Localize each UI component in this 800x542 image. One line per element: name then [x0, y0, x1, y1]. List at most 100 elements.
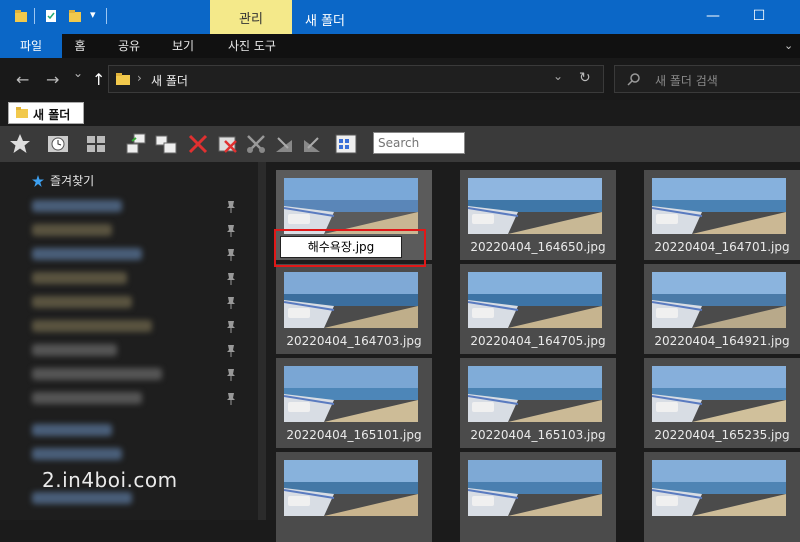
rotate-left-icon[interactable]	[272, 132, 296, 156]
file-thumbnail-item[interactable]: 20220404_164701.jpg	[644, 170, 800, 260]
file-thumbnail-item[interactable]	[460, 452, 616, 542]
folder-icon	[15, 10, 27, 22]
list-item[interactable]	[32, 344, 117, 356]
list-item[interactable]	[32, 224, 112, 236]
pin-icon[interactable]	[225, 344, 237, 358]
scrollbar[interactable]	[258, 162, 266, 520]
breadcrumb-separator: ›	[137, 71, 142, 85]
recent-locations-button[interactable]: ⌄	[73, 66, 83, 80]
window-title: 새 폴더	[305, 14, 346, 29]
pin-icon[interactable]	[225, 368, 237, 382]
folder-tab[interactable]: 새 폴더	[8, 102, 84, 124]
pin-icon[interactable]	[225, 392, 237, 406]
breadcrumb[interactable]: 새 폴더	[151, 72, 188, 89]
file-thumbnail-item[interactable]: 20220404_165101.jpg	[276, 358, 432, 448]
list-item[interactable]	[32, 320, 152, 332]
file-thumbnail-item[interactable]: 20220404_164703.jpg	[276, 264, 432, 354]
photo-thumbnail	[652, 460, 786, 516]
star-icon	[32, 175, 44, 187]
photo-thumbnail	[468, 460, 602, 516]
file-thumbnail-item[interactable]	[644, 452, 800, 542]
photo-thumbnail	[284, 366, 418, 422]
search-input[interactable]: 새 폴더 검색	[614, 65, 800, 93]
photo-thumbnail	[284, 178, 418, 234]
pin-icon[interactable]	[225, 320, 237, 334]
pin-icon[interactable]	[225, 224, 237, 238]
list-item[interactable]	[32, 392, 142, 404]
maximize-button[interactable]: ☐	[744, 8, 774, 24]
list-item[interactable]	[32, 448, 122, 460]
delete-file-icon[interactable]	[216, 132, 240, 156]
photo-thumbnail	[468, 178, 602, 234]
back-button[interactable]: ←	[16, 70, 29, 89]
file-thumbnail-item[interactable]	[276, 452, 432, 542]
list-item[interactable]	[32, 368, 162, 380]
delete-icon[interactable]	[186, 132, 210, 156]
tab-file[interactable]: 파일	[0, 34, 62, 58]
folder-icon	[116, 73, 130, 85]
tab-picture-tools[interactable]: 사진 도구	[212, 34, 292, 58]
ribbon-tabs: 파일 홈 공유 보기 사진 도구 ⌄	[0, 34, 800, 58]
list-item[interactable]	[32, 492, 132, 504]
title-bar: ▾ 관리 새 폴더 — ☐	[0, 0, 800, 34]
pin-icon[interactable]	[225, 200, 237, 214]
star-icon[interactable]	[8, 132, 32, 156]
cut-icon[interactable]	[244, 132, 268, 156]
tab-view[interactable]: 보기	[158, 34, 208, 58]
address-dropdown-button[interactable]: ⌄	[553, 69, 563, 83]
toolbar	[0, 126, 800, 162]
file-name-label: 20220404_165103.jpg	[470, 428, 606, 442]
pin-icon[interactable]	[225, 272, 237, 286]
quick-access-item[interactable]: 즐겨찾기	[50, 172, 94, 189]
file-name-label: 20220404_164705.jpg	[470, 334, 606, 348]
pin-icon[interactable]	[225, 296, 237, 310]
chevron-down-icon[interactable]: ⌄	[784, 39, 793, 52]
tab-home[interactable]: 홈	[62, 34, 98, 58]
photo-thumbnail	[284, 272, 418, 328]
search-icon	[627, 73, 640, 86]
copy-to-icon[interactable]	[124, 132, 148, 156]
file-name-label: 20220404_164703.jpg	[286, 334, 422, 348]
new-folder-icon[interactable]	[68, 9, 82, 23]
rename-input[interactable]: 해수욕장.jpg	[280, 236, 402, 258]
list-item[interactable]	[32, 200, 122, 212]
file-name-label: 20220404_164701.jpg	[654, 240, 790, 254]
move-to-icon[interactable]	[154, 132, 178, 156]
file-thumbnail-item[interactable]: 20220404_165103.jpg	[460, 358, 616, 448]
file-thumbnail-item[interactable]: 20220404_164705.jpg	[460, 264, 616, 354]
list-item[interactable]	[32, 296, 132, 308]
file-thumbnail-item[interactable]: 20220404_165235.jpg	[644, 358, 800, 448]
forward-button[interactable]: →	[46, 70, 59, 89]
file-name-label: 20220404_164650.jpg	[470, 240, 606, 254]
file-name-label: 20220404_165235.jpg	[654, 428, 790, 442]
customize-quick-access-button[interactable]: ▾	[90, 8, 96, 21]
file-thumbnail-item[interactable]: 20220404_164921.jpg	[644, 264, 800, 354]
list-item[interactable]	[32, 424, 112, 436]
windows-icon[interactable]	[84, 132, 108, 156]
properties-icon[interactable]	[44, 9, 58, 23]
list-item[interactable]	[32, 248, 142, 260]
folder-tab-bar: 새 폴더	[0, 100, 800, 126]
photo-thumbnail	[652, 178, 786, 234]
minimize-button[interactable]: —	[698, 8, 728, 24]
divider	[34, 8, 35, 24]
list-item[interactable]	[32, 272, 127, 284]
up-button[interactable]: ↑	[92, 70, 105, 89]
photo-thumbnail	[284, 460, 418, 516]
address-bar[interactable]: › 새 폴더 ⌄ ↻	[108, 65, 604, 93]
tab-manage[interactable]: 관리	[210, 0, 292, 34]
photo-thumbnail	[652, 272, 786, 328]
file-thumbnail-item[interactable]: 20220404_164650.jpg	[460, 170, 616, 260]
folder-icon	[16, 107, 28, 118]
view-mode-icon[interactable]	[334, 132, 358, 156]
divider	[106, 8, 107, 24]
pin-icon[interactable]	[225, 248, 237, 262]
refresh-button[interactable]: ↻	[579, 70, 591, 86]
tab-share[interactable]: 공유	[104, 34, 154, 58]
toolbar-search-input[interactable]	[373, 132, 465, 154]
watermark: 2.in4boi.com	[42, 468, 178, 492]
folder-tab-label: 새 폴더	[33, 108, 71, 122]
rotate-right-icon[interactable]	[300, 132, 324, 156]
file-name-label: 20220404_164921.jpg	[654, 334, 790, 348]
clock-icon[interactable]	[46, 132, 70, 156]
